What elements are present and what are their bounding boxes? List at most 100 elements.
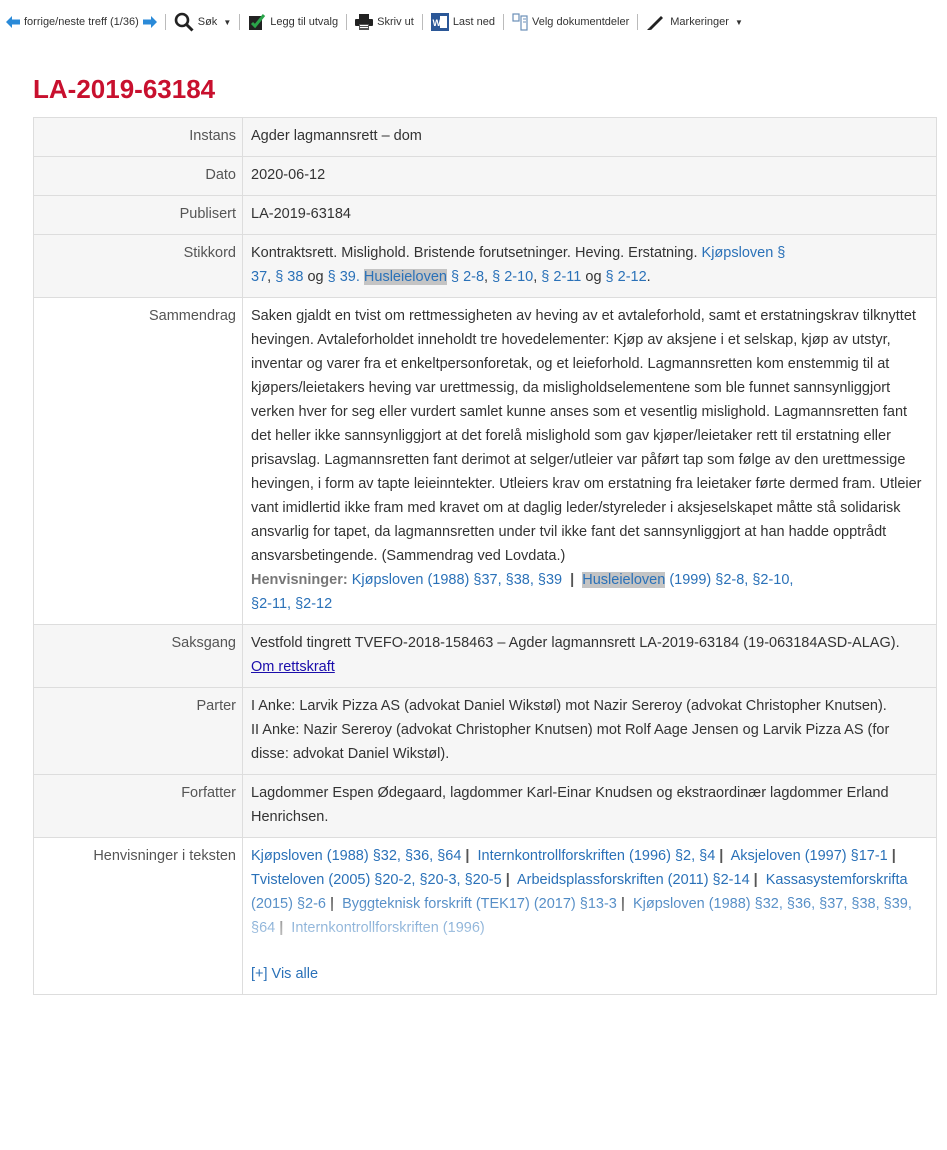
divider [637, 14, 639, 30]
separator: | [570, 572, 575, 588]
arrow-right-icon [142, 16, 157, 28]
separator: | [753, 872, 758, 888]
reference-link[interactable]: Internkontrollforskriften (1996) [291, 920, 484, 936]
row-parter: Parter I Anke: Larvik Pizza AS (advokat … [33, 687, 937, 775]
divider [421, 14, 423, 30]
stikkord-value: Kontraktsrett. Mislighold. Bristende for… [242, 234, 937, 298]
sammendrag-value: Saken gjaldt en tvist om rettmessigheten… [242, 297, 937, 625]
chevron-down-icon: ▼ [734, 17, 743, 27]
henvisninger-label: Henvisninger: [251, 572, 348, 588]
prev-next-hit-button[interactable]: forrige/neste treff (1/36) [6, 16, 157, 28]
markings-button[interactable]: Markeringer ▼ [646, 13, 743, 31]
henvisninger-i-teksten-value: Kjøpsloven (1988) §32, §36, §64 | Internk… [242, 837, 937, 995]
search-icon [174, 12, 194, 32]
show-all-link[interactable]: [+] Vis alle [251, 966, 318, 982]
link-kjopsloven[interactable]: Kjøpsloven § [702, 245, 786, 261]
chevron-down-icon: ▼ [223, 17, 232, 27]
saksgang-label: Saksgang [33, 624, 243, 688]
forfatter-label: Forfatter [33, 774, 243, 838]
om-rettskraft-link[interactable]: Om rettskraft [251, 659, 335, 675]
reference-link[interactable]: Kjøpsloven (1988) §32, §36, §64 [251, 848, 461, 864]
references-list: Kjøpsloven (1988) §32, §36, §64 | Internk… [251, 844, 926, 962]
divider [239, 14, 241, 30]
divider [164, 14, 166, 30]
separator: | [279, 920, 284, 936]
print-button[interactable]: Skriv ut [355, 14, 414, 30]
instans-label: Instans [33, 117, 243, 157]
parter-line-1: I Anke: Larvik Pizza AS (advokat Daniel … [251, 698, 887, 714]
link-kjopsloven-38[interactable]: § 38 [275, 269, 303, 285]
ref-husleieloven[interactable]: Husleieloven [582, 572, 666, 588]
saksgang-value: Vestfold tingrett TVEFO-2018-158463 – Ag… [242, 624, 937, 688]
stikkord-label: Stikkord [33, 234, 243, 298]
instans-value: Agder lagmannsrett – dom [242, 117, 937, 157]
ref-kjopsloven[interactable]: Kjøpsloven (1988) §37, §38, §39 [352, 572, 562, 588]
link-husleieloven[interactable]: Husleieloven [363, 269, 447, 285]
publisert-label: Publisert [33, 195, 243, 235]
row-publisert: Publisert LA-2019-63184 [33, 195, 937, 235]
row-forfatter: Forfatter Lagdommer Espen Ødegaard, lagd… [33, 774, 937, 838]
link-husleieloven-2-8[interactable]: § 2-8 [451, 269, 484, 285]
download-label: Last ned [452, 16, 496, 28]
henvisninger-i-teksten-label: Henvisninger i teksten [33, 837, 243, 995]
reference-link[interactable]: Arbeidsplassforskriften (2011) §2-14 [517, 872, 750, 888]
og-text-2: og [585, 269, 602, 285]
row-dato: Dato 2020-06-12 [33, 156, 937, 196]
link-husleieloven-2-10[interactable]: § 2-10 [492, 269, 533, 285]
og-text: og [307, 269, 324, 285]
saksgang-text: Vestfold tingrett TVEFO-2018-158463 – Ag… [251, 635, 900, 651]
parter-line-2: II Anke: Nazir Sereroy (advokat Christop… [251, 722, 890, 762]
publisert-value: LA-2019-63184 [242, 195, 937, 235]
document-parts-icon [512, 13, 528, 31]
download-button[interactable]: W Last ned [430, 13, 496, 31]
document-metadata-table: Instans Agder lagmannsrett – dom Dato 20… [33, 117, 937, 995]
markings-label: Markeringer [670, 16, 729, 28]
select-document-parts-label: Velg dokumentdeler [532, 16, 630, 28]
separator: | [329, 896, 335, 912]
add-to-selection-icon [249, 14, 266, 30]
printer-icon [355, 14, 374, 30]
word-document-icon: W [430, 13, 449, 31]
link-kjopsloven-39[interactable]: § 39. [328, 269, 360, 285]
separator: | [505, 872, 510, 888]
reference-link[interactable]: Aksjeloven (1997) §17-1 [731, 848, 888, 864]
link-husleieloven-2-12[interactable]: § 2-12 [606, 269, 647, 285]
toolbar: forrige/neste treff (1/36) Søk ▼ Legg ti… [0, 0, 947, 44]
separator: | [620, 896, 625, 912]
search-button[interactable]: Søk ▼ [174, 12, 231, 32]
dato-value: 2020-06-12 [242, 156, 937, 196]
print-label: Skriv ut [377, 16, 414, 28]
row-instans: Instans Agder lagmannsrett – dom [33, 117, 937, 157]
reference-link[interactable]: Internkontrollforskriften (1996) §2, §4 [478, 848, 716, 864]
forfatter-value: Lagdommer Espen Ødegaard, lagdommer Karl… [242, 774, 937, 838]
stikkord-text: Kontraktsrett. Mislighold. Bristende for… [251, 245, 698, 261]
row-saksgang: Saksgang Vestfold tingrett TVEFO-2018-15… [33, 624, 937, 688]
marker-pen-icon [647, 16, 664, 30]
divider [503, 14, 505, 30]
row-henvisninger-i-teksten: Henvisninger i teksten Kjøpsloven (1988)… [33, 837, 937, 995]
sammendrag-text: Saken gjaldt en tvist om rettmessigheten… [251, 308, 922, 564]
separator: | [891, 848, 896, 864]
arrow-left-icon [6, 16, 20, 28]
add-to-selection-label: Legg til utvalg [270, 16, 339, 28]
link-kjopsloven-37[interactable]: 37 [251, 269, 267, 285]
sammendrag-label: Sammendrag [33, 297, 243, 625]
row-sammendrag: Sammendrag Saken gjaldt en tvist om rett… [33, 297, 937, 625]
separator: | [719, 848, 724, 864]
prev-next-label: forrige/neste treff (1/36) [24, 16, 139, 28]
row-stikkord: Stikkord Kontraktsrett. Mislighold. Bris… [33, 234, 937, 298]
separator: | [465, 848, 470, 864]
search-label: Søk [197, 16, 218, 28]
parter-value: I Anke: Larvik Pizza AS (advokat Daniel … [242, 687, 937, 775]
add-to-selection-button[interactable]: Legg til utvalg [248, 13, 338, 31]
reference-link[interactable]: Byggteknisk forskrift (TEK17) (2017) §13… [342, 896, 617, 912]
ref-husleieloven-sections[interactable]: (1999) §2-8, §2-10, [669, 572, 793, 588]
reference-link[interactable]: Tvisteloven (2005) §20-2, §20-3, §20-5 [251, 872, 502, 888]
select-document-parts-button[interactable]: Velg dokumentdeler [512, 13, 629, 31]
dato-label: Dato [33, 156, 243, 196]
ref-husleieloven-sections-2[interactable]: §2-11, §2-12 [251, 596, 332, 612]
parter-label: Parter [33, 687, 243, 775]
link-husleieloven-2-11[interactable]: § 2-11 [541, 269, 581, 285]
divider [346, 14, 348, 30]
svg-text:W: W [432, 18, 441, 28]
